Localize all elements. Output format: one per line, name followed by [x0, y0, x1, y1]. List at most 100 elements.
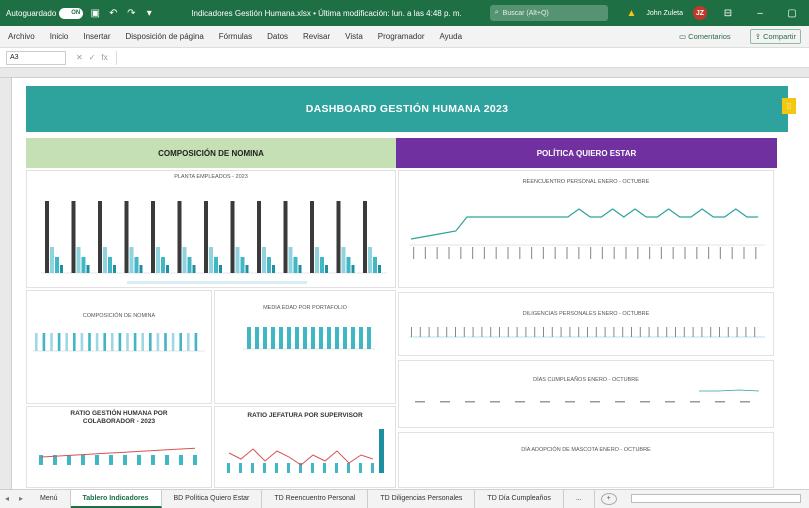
tick-mark — [684, 247, 686, 259]
bar-mark — [65, 333, 68, 351]
bar-mark — [133, 333, 137, 351]
bar-mark — [81, 257, 86, 273]
user-name[interactable]: John Zuleta — [646, 10, 683, 17]
document-title[interactable]: Indicadores Gestión Humana.xlsx • Última… — [191, 9, 461, 18]
menu-inicio[interactable]: Inicio — [50, 32, 69, 41]
bar-mark — [310, 201, 314, 273]
comment-icon: ▭ — [678, 32, 689, 41]
chart-title-cumpleanos: DÍAS CUMPLEAÑOS ENERO - OCTUBRE — [533, 377, 639, 383]
tab-menu[interactable]: Menú — [28, 489, 71, 508]
tick-mark — [595, 327, 597, 337]
chart-reencuentro[interactable]: REENCUENTRO PERSONAL ENERO - OCTUBRE — [398, 170, 774, 288]
tab-next-icon[interactable]: ▸ — [14, 494, 28, 503]
tick-mark — [665, 401, 675, 403]
share-button[interactable]: ⇪ Compartir — [749, 29, 801, 44]
tab-td-cumpleanos[interactable]: TD Día Cumpleaños — [475, 489, 564, 508]
bar-mark — [81, 455, 85, 465]
chart-ratio-jefatura[interactable]: RATIO JEFATURA POR SUPERVISOR — [214, 406, 396, 488]
column-headers[interactable] — [0, 68, 809, 78]
tick-mark — [499, 327, 500, 337]
comments-button[interactable]: ▭ Comentarios — [675, 30, 735, 43]
menu-ayuda[interactable]: Ayuda — [439, 32, 462, 41]
tab-more[interactable]: ... — [564, 489, 595, 508]
bar-mark — [298, 265, 302, 273]
menu-datos[interactable]: Datos — [267, 32, 288, 41]
chart-composicion-nomina[interactable]: COMPOSICIÓN DE NOMINA — [26, 290, 212, 404]
add-sheet-icon[interactable]: + — [600, 492, 617, 505]
save-icon[interactable]: ▣ — [89, 7, 101, 19]
enter-icon[interactable]: ✓ — [89, 53, 96, 62]
maximize-icon[interactable]: ▢ — [781, 8, 803, 19]
menu-formulas[interactable]: Fórmulas — [219, 32, 252, 41]
tab-prev-icon[interactable]: ◂ — [0, 494, 14, 503]
bar-mark — [166, 265, 169, 273]
tick-mark — [525, 327, 527, 337]
chart-media-edad[interactable]: MEDIA EDAD POR PORTAFOLIO — [214, 290, 396, 404]
tick-mark — [519, 247, 521, 259]
horizontal-scrollbar[interactable] — [630, 494, 801, 503]
bar-mark — [35, 333, 38, 351]
ratio-gestion-plot — [39, 447, 197, 465]
chart-title-mascota: DÍA ADOPCIÓN DE MASCOTA ENERO - OCTUBRE — [521, 447, 651, 453]
chart-title-ratio-jefatura: RATIO JEFATURA POR SUPERVISOR — [247, 412, 363, 419]
warning-icon[interactable]: ▲ — [627, 8, 637, 19]
tick-mark — [483, 247, 485, 259]
bar-mark — [262, 247, 266, 273]
tab-tablero-indicadores[interactable]: Tablero Indicadores — [70, 489, 162, 508]
bar-mark — [45, 201, 49, 273]
composicion-bars — [33, 333, 205, 352]
formula-input[interactable] — [115, 50, 809, 65]
autosave-toggle[interactable]: ON — [59, 7, 84, 19]
tick-mark — [424, 247, 426, 259]
fx-icon[interactable]: fx — [101, 53, 107, 62]
bar-mark — [247, 327, 251, 349]
autosave-control[interactable]: Autoguardado ON — [6, 7, 84, 19]
bar-mark — [103, 333, 106, 351]
tick-mark — [648, 327, 650, 337]
menu-vista[interactable]: Vista — [345, 32, 363, 41]
row-headers[interactable] — [0, 78, 12, 489]
bar-mark — [111, 333, 114, 351]
tick-mark — [675, 327, 676, 337]
avatar[interactable]: JZ — [693, 6, 707, 20]
bar-mark — [272, 265, 275, 273]
share-label: Compartir — [763, 32, 796, 41]
name-box[interactable]: A3 — [6, 50, 66, 65]
tab-td-reencuentro[interactable]: TD Reencuentro Personal — [262, 489, 369, 508]
redo-icon[interactable]: ↷ — [125, 7, 137, 19]
chart-mascota[interactable]: DÍA ADOPCIÓN DE MASCOTA ENERO - OCTUBRE — [398, 432, 774, 488]
minimize-icon[interactable]: – — [749, 8, 771, 19]
undo-icon[interactable]: ↶ — [107, 7, 119, 19]
chart-ratio-gestion[interactable]: RATIO GESTIÓN HUMANA POR COLABORADOR - 2… — [26, 406, 212, 488]
tick-mark — [649, 247, 651, 259]
chart-cumpleanos[interactable]: DÍAS CUMPLEAÑOS ENERO - OCTUBRE — [398, 360, 774, 428]
bar-mark — [50, 333, 53, 351]
tab-td-diligencias[interactable]: TD Diligencias Personales — [368, 489, 476, 508]
menu-programador[interactable]: Programador — [378, 32, 425, 41]
tick-mark — [736, 327, 738, 337]
customize-toolbar-icon[interactable]: ▾ — [143, 7, 155, 19]
tab-bd-politica[interactable]: BD Política Quiero Estar — [162, 489, 263, 508]
bar-mark — [139, 265, 143, 273]
menu-archivo[interactable]: Archivo — [8, 32, 35, 41]
bar-mark — [227, 463, 230, 473]
cancel-icon[interactable]: ✕ — [76, 53, 83, 62]
tick-mark — [666, 327, 668, 337]
tick-mark — [743, 247, 745, 259]
chart-planta-empleados[interactable]: PLANTA EMPLEADOS - 2023 — [26, 170, 396, 288]
menu-revisar[interactable]: Revisar — [303, 32, 330, 41]
bar-mark — [55, 257, 59, 273]
menu-insertar[interactable]: Insertar — [83, 32, 110, 41]
search-box[interactable]: ⌕ Buscar (Alt+Q) — [489, 5, 608, 21]
chart-diligencias[interactable]: DILIGENCIAS PERSONALES ENERO - OCTUBRE — [398, 292, 774, 356]
ribbon-display-icon[interactable]: ⊟ — [717, 8, 739, 19]
menu-disposicion[interactable]: Disposición de página — [126, 32, 204, 41]
bar-mark — [156, 333, 160, 351]
series-line — [40, 447, 196, 458]
worksheet[interactable]: DASHBOARD GESTIÓN HUMANA 2023 ⁞⁞ COMPOSI… — [12, 78, 809, 489]
slicer-icon[interactable]: ⁞⁞ — [782, 98, 796, 114]
comments-label: Comentarios — [688, 32, 731, 41]
bar-mark — [341, 247, 346, 273]
tick-mark — [460, 247, 462, 259]
tick-mark — [440, 401, 450, 403]
